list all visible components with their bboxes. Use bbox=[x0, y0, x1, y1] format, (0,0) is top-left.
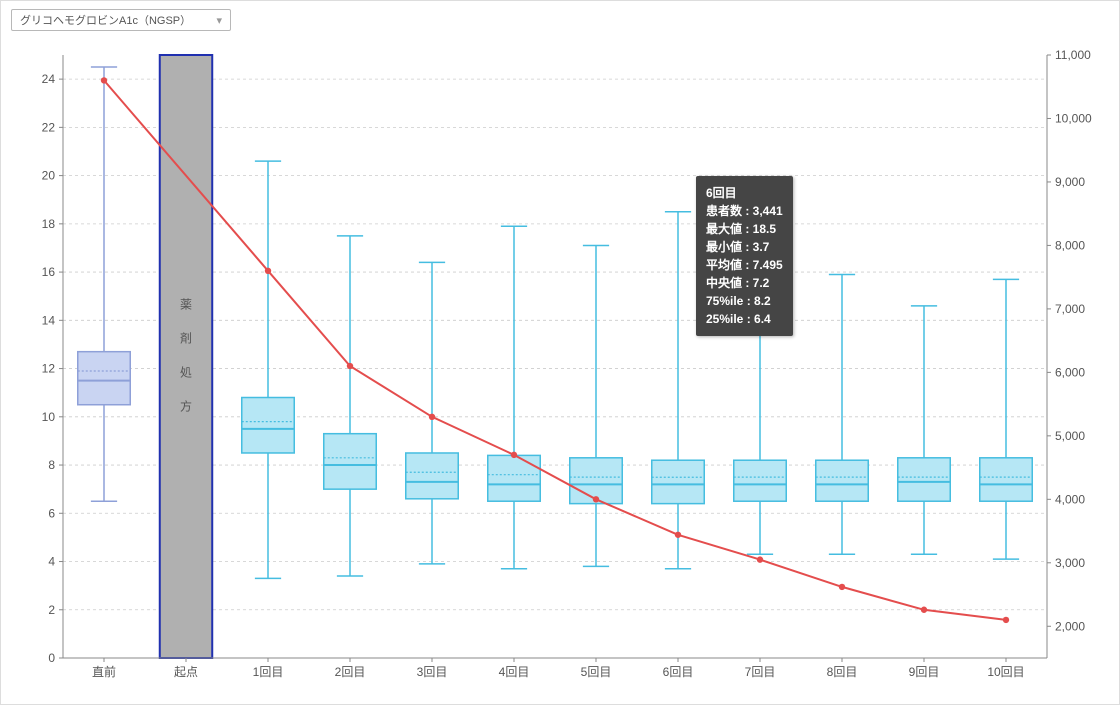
svg-text:3,000: 3,000 bbox=[1055, 556, 1085, 570]
line-point[interactable] bbox=[101, 77, 107, 83]
svg-text:6,000: 6,000 bbox=[1055, 365, 1085, 379]
line-point[interactable] bbox=[593, 496, 599, 502]
svg-text:6: 6 bbox=[48, 506, 55, 520]
svg-text:8: 8 bbox=[48, 458, 55, 472]
svg-text:6回目: 6回目 bbox=[663, 665, 694, 679]
reference-band bbox=[160, 55, 212, 658]
svg-text:8,000: 8,000 bbox=[1055, 238, 1085, 252]
svg-text:20: 20 bbox=[42, 169, 56, 183]
svg-text:11,000: 11,000 bbox=[1055, 48, 1091, 62]
box-4回目[interactable] bbox=[488, 455, 540, 501]
svg-text:12: 12 bbox=[42, 362, 56, 376]
svg-text:0: 0 bbox=[48, 651, 55, 665]
svg-text:4,000: 4,000 bbox=[1055, 492, 1085, 506]
svg-text:24: 24 bbox=[42, 72, 56, 86]
svg-text:2: 2 bbox=[48, 603, 55, 617]
svg-text:処: 処 bbox=[180, 365, 192, 379]
svg-text:1回目: 1回目 bbox=[253, 665, 284, 679]
svg-text:16: 16 bbox=[42, 265, 56, 279]
line-point[interactable] bbox=[347, 363, 353, 369]
line-point[interactable] bbox=[1003, 617, 1009, 623]
chart-plot: 薬剤処方0246810121416182022242,0003,0004,000… bbox=[21, 21, 1099, 692]
box-直前[interactable] bbox=[78, 352, 130, 405]
line-series bbox=[104, 80, 1006, 620]
svg-text:10: 10 bbox=[42, 410, 56, 424]
line-point[interactable] bbox=[511, 452, 517, 458]
svg-text:10回目: 10回目 bbox=[987, 665, 1024, 679]
svg-text:14: 14 bbox=[42, 313, 56, 327]
chart-window: グリコヘモグロビンA1c（NGSP） ▾ 薬剤処方024681012141618… bbox=[0, 0, 1120, 705]
svg-text:5回目: 5回目 bbox=[581, 665, 612, 679]
box-1回目[interactable] bbox=[242, 398, 294, 453]
svg-text:4回目: 4回目 bbox=[499, 665, 530, 679]
svg-text:22: 22 bbox=[42, 120, 56, 134]
line-point[interactable] bbox=[675, 532, 681, 538]
box-9回目[interactable] bbox=[898, 458, 950, 501]
line-point[interactable] bbox=[429, 414, 435, 420]
svg-text:10,000: 10,000 bbox=[1055, 111, 1092, 125]
box-6回目[interactable] bbox=[652, 460, 704, 503]
svg-text:直前: 直前 bbox=[92, 664, 116, 679]
svg-text:4: 4 bbox=[48, 555, 55, 569]
box-7回目[interactable] bbox=[734, 460, 786, 501]
svg-text:7,000: 7,000 bbox=[1055, 302, 1085, 316]
svg-text:2回目: 2回目 bbox=[335, 665, 366, 679]
svg-text:方: 方 bbox=[180, 398, 192, 413]
svg-text:7回目: 7回目 bbox=[745, 665, 776, 679]
svg-text:9,000: 9,000 bbox=[1055, 175, 1085, 189]
svg-text:18: 18 bbox=[42, 217, 56, 231]
svg-text:剤: 剤 bbox=[180, 330, 192, 345]
box-2回目[interactable] bbox=[324, 434, 376, 489]
box-10回目[interactable] bbox=[980, 458, 1032, 501]
svg-text:8回目: 8回目 bbox=[827, 665, 858, 679]
svg-text:5,000: 5,000 bbox=[1055, 429, 1085, 443]
svg-text:2,000: 2,000 bbox=[1055, 619, 1085, 633]
box-3回目[interactable] bbox=[406, 453, 458, 499]
svg-text:3回目: 3回目 bbox=[417, 665, 448, 679]
line-point[interactable] bbox=[921, 607, 927, 613]
svg-text:薬: 薬 bbox=[180, 297, 192, 311]
line-point[interactable] bbox=[839, 584, 845, 590]
svg-text:9回目: 9回目 bbox=[909, 665, 940, 679]
chart-svg: 薬剤処方0246810121416182022242,0003,0004,000… bbox=[21, 21, 1101, 694]
line-point[interactable] bbox=[265, 268, 271, 274]
svg-text:起点: 起点 bbox=[174, 665, 198, 679]
box-8回目[interactable] bbox=[816, 460, 868, 501]
line-point[interactable] bbox=[757, 556, 763, 562]
